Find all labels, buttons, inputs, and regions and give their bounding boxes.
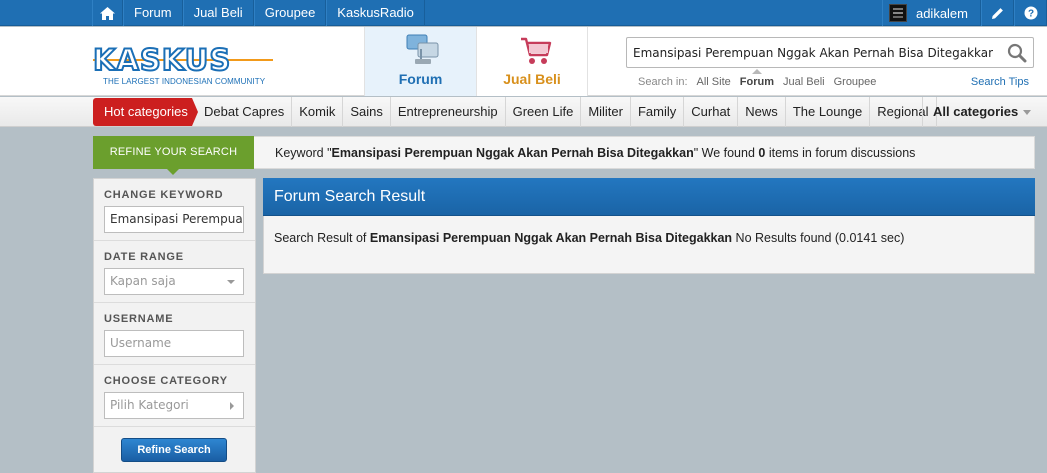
kaskus-logo[interactable]: KASKUS THE LARGEST INDONESIAN COMMUNITY [92,43,275,89]
user-menu: adikalem ? [881,0,1047,26]
search-box [626,37,1034,68]
edit-button[interactable] [981,0,1014,26]
summary-mid: " We found [693,146,759,160]
all-categories-label: All categories [933,104,1019,119]
category-list: Debat Capres Komik Sains Entrepreneurshi… [197,97,937,127]
logo-tagline: THE LARGEST INDONESIAN COMMUNITY [103,77,266,86]
summary-suffix: items in forum discussions [765,146,916,160]
search-scope-jual-beli[interactable]: Jual Beli [783,76,825,88]
search-result-panel: Forum Search Result Search Result of Ema… [263,178,1035,274]
top-nav-groupee[interactable]: Groupee [253,0,327,26]
tab-jual-beli-label: Jual Beli [503,71,561,87]
top-nav-forum[interactable]: Forum [123,0,183,26]
category-item-family[interactable]: Family [631,97,685,127]
category-bar: Hot categories Debat Capres Komik Sains … [0,97,1047,127]
date-range-value: Kapan saja [110,274,176,288]
cart-icon [521,37,552,64]
search-summary: Keyword "Emansipasi Perempuan Nggak Akan… [275,137,915,169]
search-scope-forum[interactable]: Forum [740,69,774,88]
summary-prefix: Keyword " [275,146,332,160]
category-value: Pilih Kategori [110,398,189,412]
svg-text:?: ? [1027,9,1033,20]
category-item-curhat[interactable]: Curhat [684,97,739,127]
refine-bar: REFINE YOUR SEARCH Keyword "Emansipasi P… [93,136,1035,175]
user-profile-link[interactable]: adikalem [881,0,981,26]
top-nav-kaskusradio[interactable]: KaskusRadio [326,0,425,26]
search-scope-all-site[interactable]: All Site [697,76,731,88]
chevron-down-icon [227,280,235,284]
chevron-right-icon [230,402,234,410]
category-item-debat-capres[interactable]: Debat Capres [197,97,293,127]
summary-keyword: Emansipasi Perempuan Nggak Akan Pernah B… [331,146,694,160]
result-message: Search Result of Emansipasi Perempuan Ng… [274,229,924,247]
search-input[interactable] [627,38,999,67]
help-button[interactable]: ? [1014,0,1047,26]
username-label: adikalem [915,5,968,21]
username-section: USERNAME Username [94,303,255,365]
username-input[interactable]: Username [104,330,244,357]
category-item-green-life[interactable]: Green Life [506,97,582,127]
logo-wordmark: KASKUS [92,43,232,77]
hot-categories-button[interactable]: Hot categories [93,98,198,126]
refine-search-button[interactable]: Refine Search [121,438,227,462]
top-navbar: Forum Jual Beli Groupee KaskusRadio adik… [0,0,1047,26]
category-select[interactable]: Pilih Kategori [104,392,244,419]
category-section: CHOOSE CATEGORY Pilih Kategori [94,365,255,427]
choose-category-label: CHOOSE CATEGORY [104,375,228,387]
change-keyword-label: CHANGE KEYWORD [104,189,224,201]
tab-forum[interactable]: Forum [364,27,476,96]
category-item-militer[interactable]: Militer [581,97,631,127]
refine-your-search-tag: REFINE YOUR SEARCH [93,136,254,175]
home-button[interactable] [92,0,123,26]
category-item-news[interactable]: News [738,97,786,127]
search-scope: Search in: All Site Forum Jual Beli Grou… [638,69,877,88]
result-prefix: Search Result of [274,231,370,245]
home-icon [100,6,115,20]
chevron-down-icon [1023,110,1032,116]
tab-jual-beli[interactable]: Jual Beli [476,27,588,96]
refine-sidebar: CHANGE KEYWORD Emansipasi Perempuan Ngga… [93,178,256,473]
date-range-label: DATE RANGE [104,251,184,263]
keyword-input[interactable]: Emansipasi Perempuan Nggak Akan Pernah B… [104,206,244,233]
category-item-the-lounge[interactable]: The Lounge [786,97,871,127]
tab-forum-label: Forum [398,71,443,87]
category-item-sains[interactable]: Sains [343,97,391,127]
keyword-section: CHANGE KEYWORD Emansipasi Perempuan Ngga… [94,179,255,241]
category-item-entrepreneurship[interactable]: Entrepreneurship [391,97,506,127]
search-in-label: Search in: [638,76,688,88]
forum-icon [406,34,439,64]
top-nav: Forum Jual Beli Groupee KaskusRadio [92,0,425,26]
username-label: USERNAME [104,313,174,325]
pencil-icon [992,7,1003,19]
search-scope-groupee[interactable]: Groupee [834,76,877,88]
help-icon: ? [1024,6,1037,20]
top-nav-jual-beli[interactable]: Jual Beli [182,0,254,26]
date-range-section: DATE RANGE Kapan saja [94,241,255,303]
date-range-select[interactable]: Kapan saja [104,268,244,295]
category-item-komik[interactable]: Komik [292,97,344,127]
site-header: KASKUS THE LARGEST INDONESIAN COMMUNITY … [0,27,1047,96]
search-icon[interactable] [1007,43,1027,63]
search-tips-link[interactable]: Search Tips [971,76,1029,88]
result-suffix: No Results found (0.0141 sec) [732,231,905,245]
avatar [888,4,907,22]
result-keyword: Emansipasi Perempuan Nggak Akan Pernah B… [369,231,733,245]
all-categories-dropdown[interactable]: All categories [922,97,1034,127]
result-title: Forum Search Result [263,178,1035,216]
